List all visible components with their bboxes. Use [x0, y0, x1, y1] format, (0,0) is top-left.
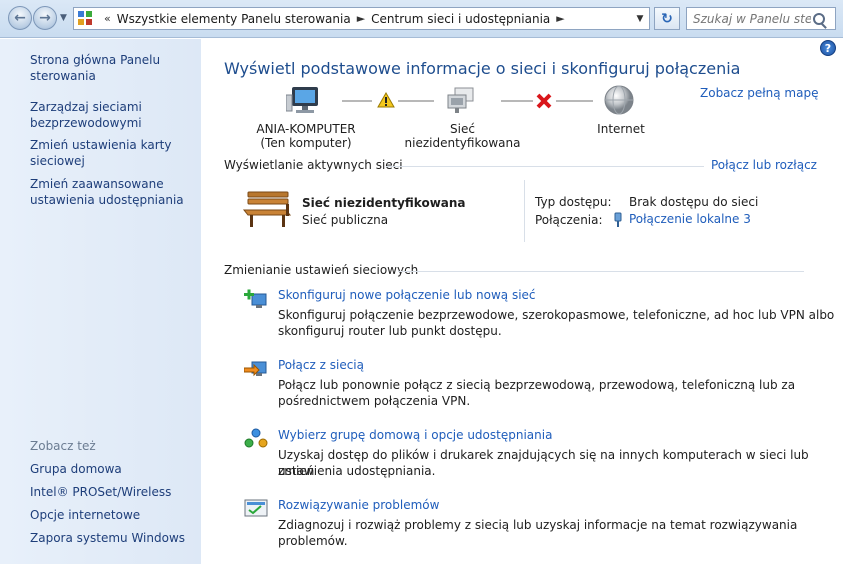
sidebar-item-advanced-sharing[interactable]: Zmień zaawansowane ustawienia udostępnia… — [30, 176, 195, 208]
back-button[interactable]: ← — [8, 6, 32, 30]
search-input[interactable] — [693, 11, 811, 26]
breadcrumb-overflow-icon[interactable]: « — [104, 12, 111, 25]
active-network-type[interactable]: Sieć publiczna — [302, 212, 388, 228]
internet-label: Internet — [597, 122, 645, 136]
computer-icon[interactable] — [286, 85, 322, 117]
task-desc-line: ustawienia udostępniania. — [278, 464, 436, 478]
see-also-homegroup[interactable]: Grupa domowa — [30, 461, 195, 477]
full-map-link[interactable]: Zobacz pełną mapę — [700, 86, 818, 100]
computer-name: ANIA-KOMPUTER — [256, 122, 356, 136]
separator — [386, 166, 704, 167]
connection-line — [398, 100, 434, 102]
computer-label: ANIA-KOMPUTER (Ten komputer) — [252, 122, 360, 150]
active-networks-heading: Wyświetlanie aktywnych sieci — [224, 158, 403, 172]
see-also-intel-proset[interactable]: Intel® PROSet/Wireless — [30, 484, 195, 500]
ethernet-connection-icon — [614, 212, 622, 227]
task-homegroup-link[interactable]: Wybierz grupę domową i opcje udostępnian… — [278, 428, 552, 442]
task-troubleshoot-link[interactable]: Rozwiązywanie problemów — [278, 498, 439, 512]
connections-label: Połączenia: — [535, 213, 603, 227]
homegroup-icon — [244, 428, 268, 448]
task-desc-line: Zdiagnozuj i rozwiąż problemy z siecią l… — [278, 518, 798, 548]
address-bar[interactable]: « Wszystkie elementy Panelu sterowania ►… — [73, 7, 650, 30]
separator — [398, 271, 804, 272]
task-desc-line: skonfiguruj router lub punkt dostępu. — [278, 324, 502, 338]
active-network-name: Sieć niezidentyfikowana — [302, 196, 466, 210]
troubleshoot-icon — [244, 499, 268, 517]
breadcrumb-separator-icon[interactable]: ► — [556, 12, 564, 25]
recent-pages-chevron-icon[interactable]: ▼ — [60, 13, 67, 23]
disconnected-x-icon[interactable] — [535, 92, 553, 110]
connection-line — [556, 100, 593, 102]
connect-to-network-icon — [244, 361, 267, 377]
help-icon[interactable]: ? — [820, 40, 836, 56]
task-desc-line: Skonfiguruj połączenie bezprzewodowe, sz… — [278, 308, 835, 322]
task-desc-line: Połącz lub ponownie połącz z siecią bezp… — [278, 378, 796, 392]
access-type-value: Brak dostępu do sieci — [629, 195, 759, 209]
sidebar-item-cp-home[interactable]: Strona główna Panelu sterowania — [30, 52, 195, 84]
breadcrumb-all-items[interactable]: Wszystkie elementy Panelu sterowania — [117, 12, 351, 26]
connect-disconnect-link[interactable]: Połącz lub rozłącz — [711, 158, 817, 172]
internet-globe-icon[interactable] — [603, 84, 635, 116]
search-icon[interactable] — [813, 12, 825, 25]
new-connection-icon — [244, 289, 267, 308]
see-also-internet-options[interactable]: Opcje internetowe — [30, 507, 195, 523]
network-icon[interactable] — [446, 85, 476, 115]
page-title: Wyświetl podstawowe informacje o sieci i… — [224, 59, 741, 78]
task-connect-link[interactable]: Połącz z siecią — [278, 358, 364, 372]
sidebar: Strona główna Panelu sterowania Zarządza… — [0, 39, 201, 564]
change-settings-heading: Zmienianie ustawień sieciowych — [224, 263, 419, 277]
connection-line — [501, 100, 533, 102]
sidebar-item-wireless[interactable]: Zarządzaj sieciami bezprzewodowymi — [30, 99, 195, 131]
connection-line — [342, 100, 372, 102]
address-dropdown-icon[interactable]: ▼ — [631, 8, 649, 29]
forward-button[interactable]: → — [33, 6, 57, 30]
control-panel-icon — [78, 10, 94, 27]
search-box[interactable] — [686, 7, 836, 30]
refresh-button[interactable]: ↻ — [654, 7, 680, 30]
address-toolbar: ← → ▼ « Wszystkie elementy Panelu sterow… — [0, 0, 843, 38]
breadcrumb-network-center[interactable]: Centrum sieci i udostępniania — [371, 12, 550, 26]
public-network-bench-icon — [242, 191, 292, 227]
task-new-connection-link[interactable]: Skonfiguruj nowe połączenie lub nową sie… — [278, 288, 536, 302]
breadcrumb-separator-icon[interactable]: ► — [357, 12, 365, 25]
see-also-firewall[interactable]: Zapora systemu Windows — [30, 530, 195, 546]
computer-sub: (Ten komputer) — [260, 136, 352, 150]
network-label: Sieć niezidentyfikowana — [404, 122, 521, 150]
access-type-label: Typ dostępu: — [535, 195, 612, 209]
local-connection-link[interactable]: Połączenie lokalne 3 — [629, 212, 751, 226]
task-desc-line: pośrednictwem połączenia VPN. — [278, 394, 471, 408]
sidebar-item-adapter[interactable]: Zmień ustawienia karty sieciowej — [30, 137, 195, 169]
vertical-separator — [524, 180, 525, 242]
see-also-heading: Zobacz też — [30, 439, 96, 453]
warning-icon[interactable] — [377, 92, 395, 108]
